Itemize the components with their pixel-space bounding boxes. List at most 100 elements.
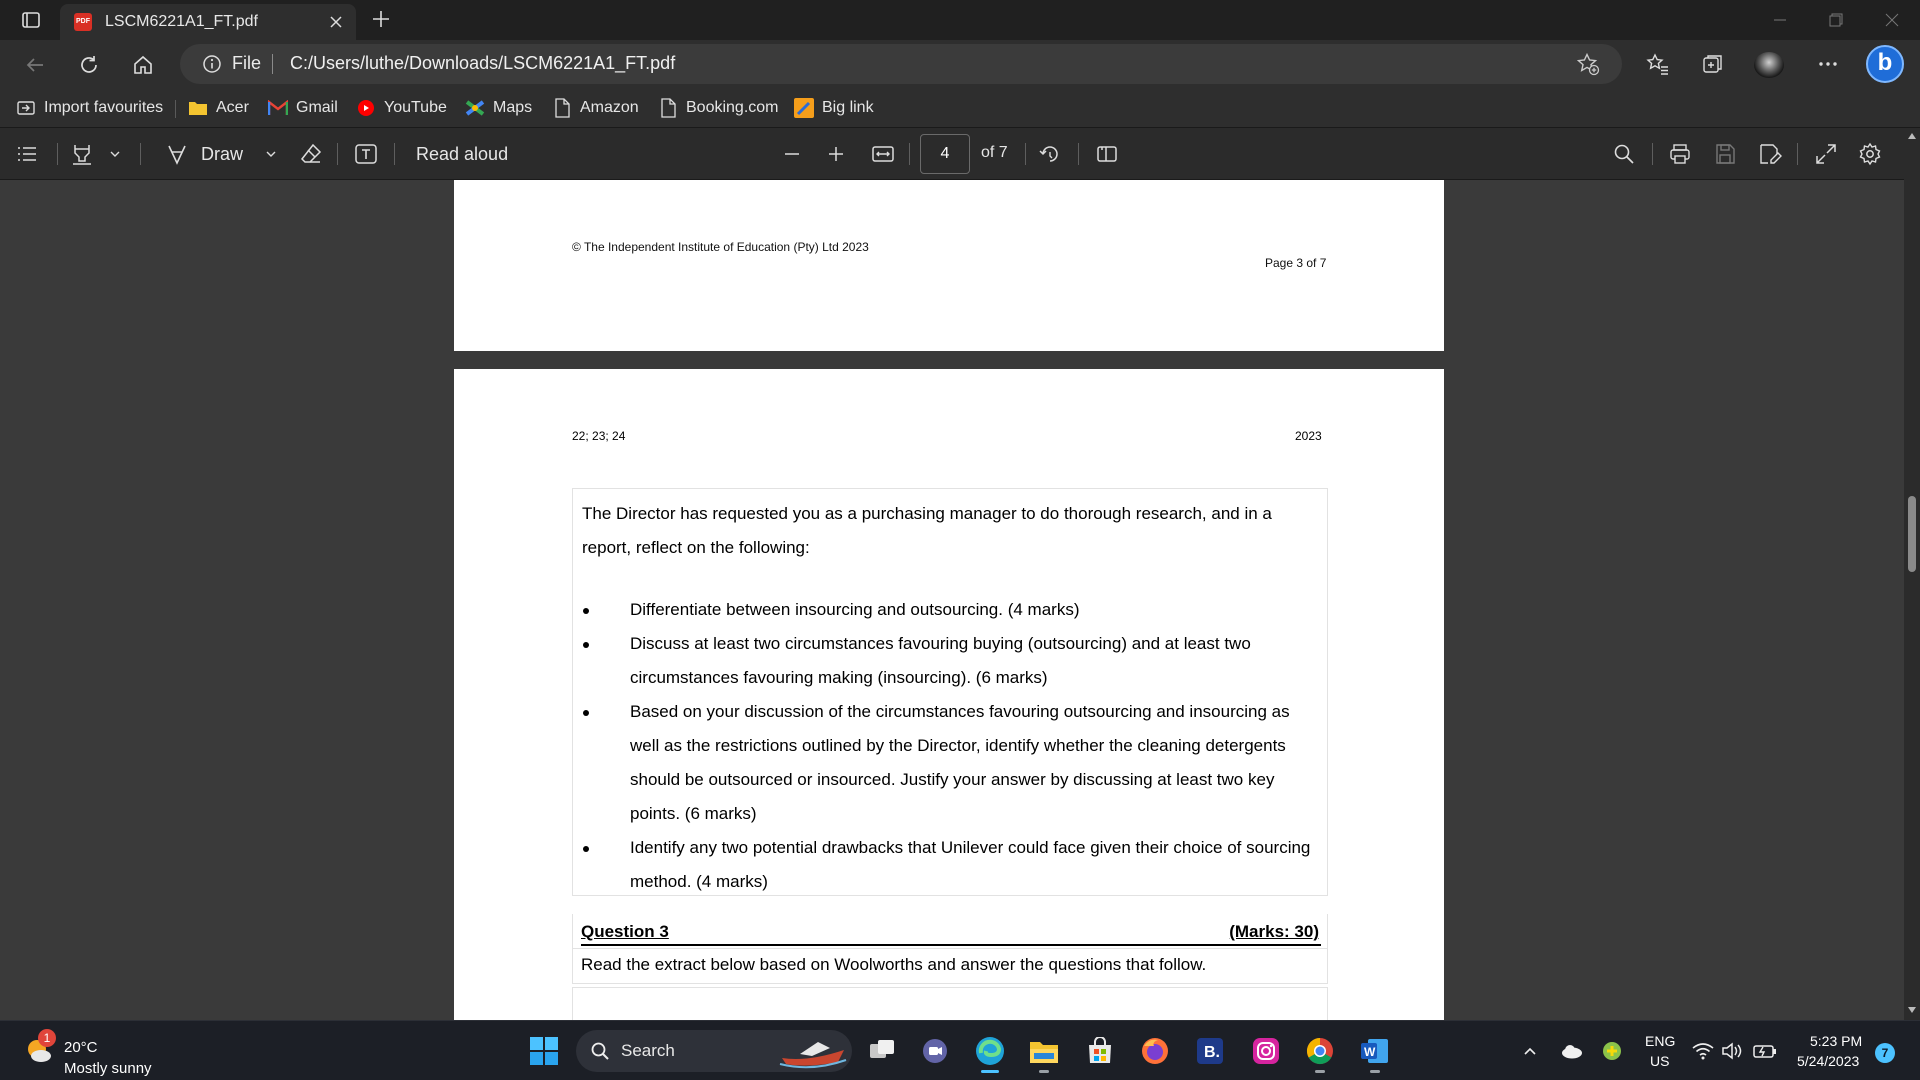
read-aloud-button[interactable]: Read aloud [416,141,508,167]
refresh-icon[interactable] [72,48,106,82]
task-view-icon[interactable] [862,1031,902,1071]
fav-import-favourites[interactable]: Import favourites [16,96,163,120]
address-bar[interactable]: File C:/Users/luthe/Downloads/LSCM6221A1… [180,44,1622,84]
fav-acer[interactable]: Acer [188,96,249,120]
file-explorer-icon[interactable] [1024,1031,1064,1073]
battery-icon[interactable] [1748,1031,1782,1071]
pdf-settings-gear-icon[interactable] [1858,141,1882,167]
volume-icon[interactable] [1718,1031,1748,1071]
fav-gmail[interactable]: Gmail [268,96,338,120]
fav-youtube[interactable]: YouTube [356,96,447,120]
question-text: Read the extract below based on Woolwort… [581,955,1207,974]
bing-copilot-icon[interactable]: b [1866,45,1904,83]
chrome-icon[interactable] [1300,1031,1340,1073]
list-item-text: Differentiate between insourcing and out… [630,600,1080,619]
tab-close-icon[interactable] [326,12,346,32]
question-marks: (Marks: 30) [1229,922,1319,941]
collections-icon[interactable] [1696,47,1730,81]
scroll-up-icon[interactable] [1907,132,1917,140]
profile-avatar[interactable] [1754,52,1784,78]
url-text[interactable]: C:/Users/luthe/Downloads/LSCM6221A1_FT.p… [290,53,675,74]
search-highlight-boat-icon [779,1042,847,1069]
site-scheme-label[interactable]: File [232,53,261,74]
wifi-icon[interactable] [1688,1031,1718,1071]
booking-icon[interactable]: B. [1190,1031,1230,1071]
address-separator [272,54,273,74]
question-3-header: Question 3 (Marks: 30) [572,914,1328,948]
draw-dropdown-chevron-down-icon[interactable] [264,141,278,167]
fullscreen-icon[interactable] [1814,141,1838,167]
close-window-icon[interactable] [1864,0,1920,40]
pdf-page-4: 22; 23; 24 2023 The Director has request… [454,369,1444,1020]
rotate-icon[interactable] [1038,141,1062,167]
scroll-down-icon[interactable] [1907,1006,1917,1014]
svg-text:B.: B. [1204,1044,1220,1061]
show-hidden-icons-chevron-up-icon[interactable] [1510,1031,1550,1071]
more-options-icon[interactable] [1811,47,1845,81]
page-view-icon[interactable] [1095,141,1119,167]
tab-actions-icon[interactable] [14,8,48,32]
navigation-bar: File C:/Users/luthe/Downloads/LSCM6221A1… [0,40,1920,88]
highlight-icon[interactable] [70,141,94,167]
zoom-out-icon[interactable] [782,141,802,167]
save-icon[interactable] [1713,141,1737,167]
onedrive-cloud-icon[interactable] [1552,1031,1592,1071]
list-item: Discuss at least two circumstances favou… [573,627,1329,695]
clock-time[interactable]: 5:23 PM [1810,1033,1862,1049]
keyboard-layout-indicator[interactable]: US [1650,1053,1669,1069]
fav-maps[interactable]: Maps [465,96,532,120]
pdf-viewer[interactable]: © The Independent Institute of Education… [0,180,1920,1020]
notification-badge[interactable]: 7 [1875,1043,1895,1063]
toolbar-separator [394,143,395,165]
instagram-icon[interactable] [1246,1031,1286,1071]
question-3-instructions: Read the extract below based on Woolwort… [572,948,1328,984]
scrollbar[interactable] [1904,128,1920,1020]
window-controls [1752,0,1920,40]
microsoft-store-icon[interactable] [1080,1031,1120,1071]
fav-label: Acer [216,99,249,116]
tab-active[interactable]: PDF LSCM6221A1_FT.pdf [60,4,356,40]
page-header-left: 22; 23; 24 [572,429,626,443]
save-as-icon[interactable] [1758,141,1782,167]
toolbar-separator [1025,143,1026,165]
highlight-dropdown-chevron-down-icon[interactable] [108,141,122,167]
find-search-icon[interactable] [1612,141,1636,167]
pdf-page-3: © The Independent Institute of Education… [454,180,1444,351]
page-number-input[interactable]: 4 [920,134,970,174]
restore-icon[interactable] [1808,0,1864,40]
fav-amazon[interactable]: Amazon [552,96,639,120]
fav-label: Big link [822,99,874,116]
contents-icon[interactable] [15,141,39,167]
firefox-icon[interactable] [1135,1031,1175,1071]
zoom-in-icon[interactable] [826,141,846,167]
draw-button[interactable]: Draw [165,141,243,167]
tab-title: LSCM6221A1_FT.pdf [105,13,258,30]
clock-date[interactable]: 5/24/2023 [1797,1053,1859,1069]
question-intro: The Director has requested you as a purc… [582,504,1272,557]
language-indicator[interactable]: ENG [1645,1033,1675,1049]
tab-strip: PDF LSCM6221A1_FT.pdf [0,0,1920,40]
info-icon[interactable] [202,54,222,74]
fav-big-link[interactable]: Big link [794,96,874,120]
add-favourite-icon[interactable] [1576,52,1600,76]
taskbar-search[interactable]: Search [576,1030,852,1072]
question-3-extract-box [572,987,1328,1020]
teams-chat-icon[interactable] [915,1031,955,1071]
fit-to-width-icon[interactable] [871,141,895,167]
back-icon[interactable] [18,48,52,82]
pdf-toolbar: Draw Read aloud 4 of 7 [0,128,1920,180]
tray-app-icon[interactable] [1592,1031,1632,1071]
home-icon[interactable] [126,48,160,82]
edge-taskbar-icon[interactable] [970,1031,1010,1073]
fav-booking[interactable]: Booking.com [658,96,779,120]
favourites-icon[interactable] [1641,47,1675,81]
word-icon[interactable]: W [1355,1031,1395,1073]
new-tab-button[interactable] [370,8,392,30]
print-icon[interactable] [1668,141,1692,167]
minimize-icon[interactable] [1752,0,1808,40]
scroll-thumb[interactable] [1908,496,1916,572]
start-button[interactable] [524,1031,564,1071]
eraser-icon[interactable] [299,141,323,167]
add-text-icon[interactable] [354,141,378,167]
youtube-icon [356,98,376,118]
